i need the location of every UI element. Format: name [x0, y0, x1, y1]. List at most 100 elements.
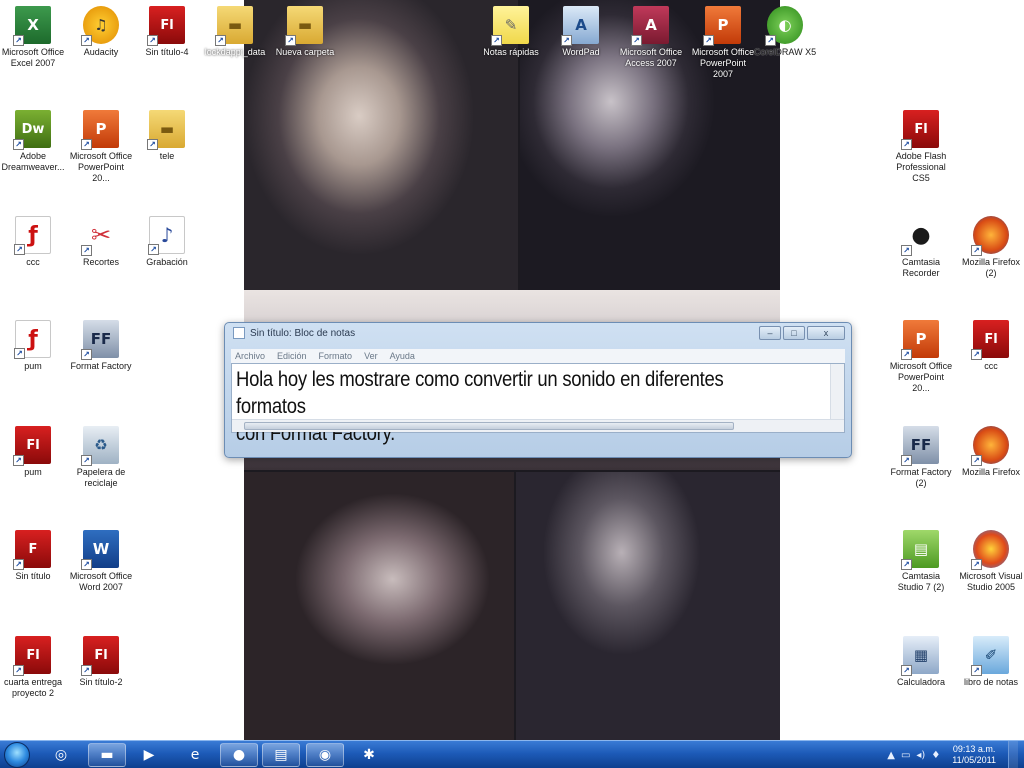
desktop-icon-label: Microsoft Office Word 2007: [69, 571, 133, 592]
desktop-icon-ccc-2[interactable]: Fl ↗ ccc: [958, 320, 1024, 372]
recortes-icon: ✂ ↗: [81, 216, 119, 256]
desktop-icon-label: Mozilla Firefox (2): [961, 257, 1020, 278]
network-icon[interactable]: ▭: [901, 750, 910, 761]
desktop-icon-pum-1[interactable]: ƒ ↗ pum: [0, 320, 66, 372]
menu-archivo[interactable]: Archivo: [235, 351, 265, 361]
show-desktop-button[interactable]: [1008, 741, 1018, 768]
taskbar-explorer-icon[interactable]: ▬: [88, 743, 126, 767]
desktop-icon-label: Microsoft Office PowerPoint 2007: [691, 47, 755, 79]
desktop-icon-flash-cs5[interactable]: Fl ↗ Adobe Flash Professional CS5: [888, 110, 954, 184]
sin-titulo-4-icon: Fl ↗: [147, 6, 185, 46]
tray-app-icon[interactable]: ♦: [931, 750, 940, 761]
notepad-titlebar[interactable]: Sin título: Bloc de notas: [225, 323, 851, 343]
desktop-icon-pum-2[interactable]: Fl ↗ pum: [0, 426, 66, 478]
calculadora-icon: ▦ ↗: [901, 636, 939, 676]
shortcut-arrow-icon: ↗: [81, 349, 92, 360]
desktop-icon-label: Microsoft Office PowerPoint 20...: [69, 151, 133, 183]
desktop-icon-access[interactable]: A ↗ Microsoft Office Access 2007: [618, 6, 684, 69]
desktop-icon-word[interactable]: W ↗ Microsoft Office Word 2007: [68, 530, 134, 593]
firefox-2-icon: ↗: [971, 426, 1009, 466]
ccc-2-icon: Fl ↗: [971, 320, 1009, 360]
wallpaper-photo: [516, 472, 780, 740]
taskbar-media-icon[interactable]: ▶: [130, 743, 168, 767]
taskbar-ie-search-icon[interactable]: ◎: [42, 743, 80, 767]
taskbar-app-icon[interactable]: ✱: [350, 743, 388, 767]
ccc-icon: ƒ ↗: [14, 216, 51, 255]
shortcut-arrow-icon: ↗: [81, 139, 92, 150]
corel-icon: ◐ ↗: [765, 6, 803, 46]
taskbar-notepad-icon[interactable]: ▤: [262, 743, 300, 767]
taskbar-ie-icon[interactable]: e: [176, 743, 214, 767]
desktop-icon-libro-notas[interactable]: ✐ ↗ libro de notas: [958, 636, 1024, 688]
desktop-icon-corel[interactable]: ◐ ↗ CorelDRAW X5: [752, 6, 818, 58]
desktop-icon-notas-rapidas[interactable]: ✎ ↗ Notas rápidas: [478, 6, 544, 58]
desktop-icon-sin-titulo-4[interactable]: Fl ↗ Sin título-4: [134, 6, 200, 58]
desktop-icon-label: Nueva carpeta: [275, 47, 335, 57]
desktop-icon-wordpad[interactable]: A ↗ WordPad: [548, 6, 614, 58]
close-button[interactable]: x: [807, 326, 845, 340]
desktop-icon-label: cuarta entrega proyecto 2: [3, 677, 63, 698]
desktop-icon-calculadora[interactable]: ▦ ↗ Calculadora: [888, 636, 954, 688]
desktop-icon-label: Format Factory (2): [890, 467, 952, 488]
notepad-menubar: Archivo Edición Formato Ver Ayuda: [231, 349, 845, 363]
taskbar-camtasia-icon[interactable]: ◉: [306, 743, 344, 767]
desktop-icon-tele[interactable]: ▬ ↗ tele: [134, 110, 200, 162]
menu-ver[interactable]: Ver: [364, 351, 378, 361]
desktop-icon-label: Notas rápidas: [483, 47, 539, 57]
desktop-icon-excel[interactable]: X ↗ Microsoft Office Excel 2007: [0, 6, 66, 69]
desktop-icon-label: Microsoft Visual Studio 2005: [959, 571, 1023, 592]
notepad-text-area[interactable]: Hola hoy les mostrare como convertir un …: [231, 363, 845, 445]
desktop-icon-label: Format Factory: [70, 361, 132, 371]
shortcut-arrow-icon: ↗: [148, 244, 159, 255]
clock-date: 11/05/2011: [952, 755, 996, 765]
desktop-icon-sin-titulo[interactable]: F ↗ Sin título: [0, 530, 66, 582]
vertical-scrollbar[interactable]: [830, 364, 844, 420]
taskbar-firefox-icon[interactable]: ●: [220, 743, 258, 767]
visual-studio-icon: ↗: [971, 530, 1009, 570]
desktop-icon-firefox-2[interactable]: ↗ Mozilla Firefox: [958, 426, 1024, 478]
notepad-content[interactable]: Hola hoy les mostrare como convertir un …: [236, 366, 764, 447]
desktop-icon-camtasia-rec[interactable]: ● ↗ Camtasia Recorder: [888, 216, 954, 279]
scrollbar-thumb[interactable]: [244, 422, 734, 430]
format-factory-icon: FF ↗: [81, 320, 119, 360]
desktop-icon-firefox-1[interactable]: ↗ Mozilla Firefox (2): [958, 216, 1024, 279]
desktop-icon-recortes[interactable]: ✂ ↗ Recortes: [68, 216, 134, 268]
clock-time: 09:13 a.m.: [952, 744, 996, 754]
desktop-icon-folder-data[interactable]: ▬ ↗ lockdappi_data: [202, 6, 268, 58]
volume-icon[interactable]: ◂): [916, 750, 925, 761]
desktop-icon-grabacion[interactable]: ♪ ↗ Grabación: [134, 216, 200, 268]
horizontal-scrollbar[interactable]: [232, 419, 844, 432]
desktop-icon-visual-studio[interactable]: ↗ Microsoft Visual Studio 2005: [958, 530, 1024, 593]
desktop-icon-powerpoint[interactable]: P ↗ Microsoft Office PowerPoint 2007: [690, 6, 756, 80]
desktop-icon-ppt-3[interactable]: P ↗ Microsoft Office PowerPoint 20...: [888, 320, 954, 394]
desktop-icon-dreamweaver[interactable]: Dw ↗ Adobe Dreamweaver...: [0, 110, 66, 173]
desktop-icon-format-factory[interactable]: FF ↗ Format Factory: [68, 320, 134, 372]
shortcut-arrow-icon: ↗: [491, 35, 502, 46]
desktop-icon-label: CorelDRAW X5: [753, 47, 817, 57]
start-button[interactable]: [4, 742, 30, 768]
minimize-button[interactable]: –: [759, 326, 781, 340]
desktop-icon-ccc[interactable]: ƒ ↗ ccc: [0, 216, 66, 268]
desktop-icon-sin-titulo-2[interactable]: Fl ↗ Sin título-2: [68, 636, 134, 688]
shortcut-arrow-icon: ↗: [81, 245, 92, 256]
menu-edicion[interactable]: Edición: [277, 351, 307, 361]
notepad-line: Hola hoy les mostrare como convertir un …: [236, 368, 724, 418]
shortcut-arrow-icon: ↗: [901, 665, 912, 676]
desktop-icon-ppt-2[interactable]: P ↗ Microsoft Office PowerPoint 20...: [68, 110, 134, 184]
folder-data-icon: ▬ ↗: [215, 6, 253, 46]
desktop-icon-audacity[interactable]: ♫ ↗ Audacity: [68, 6, 134, 58]
shortcut-arrow-icon: ↗: [971, 245, 982, 256]
desktop-icon-papelera[interactable]: ♻ ↗ Papelera de reciclaje: [68, 426, 134, 489]
clock[interactable]: 09:13 a.m. 11/05/2011: [952, 744, 996, 766]
desktop-icon-cuarta-entrega[interactable]: Fl ↗ cuarta entrega proyecto 2: [0, 636, 66, 699]
notepad-window[interactable]: Sin título: Bloc de notas – □ x Archivo …: [224, 322, 852, 458]
menu-ayuda[interactable]: Ayuda: [390, 351, 415, 361]
maximize-button[interactable]: □: [783, 326, 805, 340]
audacity-icon: ♫ ↗: [81, 6, 119, 46]
menu-formato[interactable]: Formato: [319, 351, 353, 361]
desktop-icon-camtasia-studio[interactable]: ▤ ↗ Camtasia Studio 7 (2): [888, 530, 954, 593]
desktop-icon-nueva-carpeta[interactable]: ▬ ↗ Nueva carpeta: [272, 6, 338, 58]
desktop-icon-label: pum: [24, 361, 42, 371]
desktop-icon-format-factory-2[interactable]: FF ↗ Format Factory (2): [888, 426, 954, 489]
tray-arrow-icon[interactable]: ▲: [887, 750, 895, 761]
